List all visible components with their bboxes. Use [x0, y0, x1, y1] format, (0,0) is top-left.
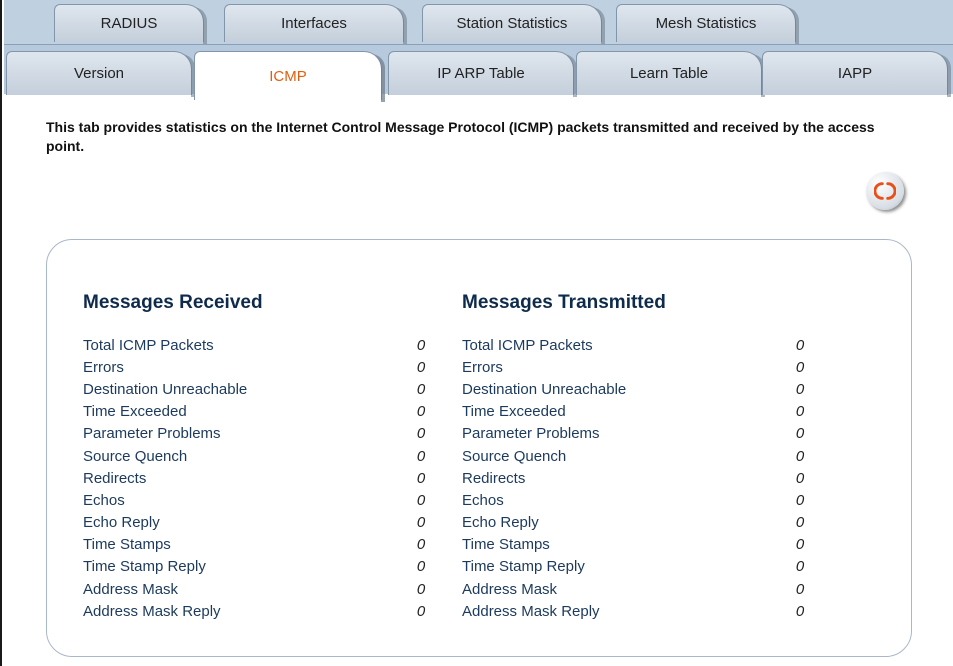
stat-value: 0 — [416, 558, 426, 576]
stat-label: Redirects — [462, 469, 526, 487]
stat-value: 0 — [795, 580, 805, 598]
stat-value: 0 — [795, 469, 805, 487]
stat-label: Time Stamp Reply — [83, 558, 206, 576]
stat-row: Parameter Problems 0 — [462, 423, 807, 445]
stat-value: 0 — [416, 336, 426, 354]
stat-row: Time Stamp Reply 0 — [462, 556, 807, 578]
stat-label: Address Mask — [83, 580, 179, 598]
stat-label: Errors — [462, 358, 503, 376]
stat-value: 0 — [795, 447, 805, 465]
stat-label: Echos — [462, 491, 504, 509]
stat-row: Echos 0 — [462, 489, 807, 511]
stat-label: Echo Reply — [462, 514, 539, 532]
stat-value: 0 — [416, 380, 426, 398]
stat-label: Address Mask Reply — [462, 602, 600, 620]
messages-transmitted-title: Messages Transmitted — [462, 292, 666, 313]
stat-row: Destination Unreachable 0 — [462, 378, 807, 400]
stat-row: Echos 0 — [83, 489, 428, 511]
stat-label: Time Stamps — [83, 536, 171, 554]
tab-ip-arp-table[interactable]: IP ARP Table — [388, 51, 577, 97]
stat-label: Total ICMP Packets — [462, 336, 593, 354]
stat-value: 0 — [795, 380, 805, 398]
stat-row: Time Stamp Reply 0 — [83, 556, 428, 578]
tab-learn-table[interactable]: Learn Table — [576, 51, 765, 97]
window-frame: RADIUS Interfaces Station Statistics Mes… — [0, 0, 953, 666]
stat-row: Source Quench 0 — [83, 445, 428, 467]
stat-value: 0 — [795, 558, 805, 576]
tab-iapp[interactable]: IAPP — [762, 51, 951, 97]
stat-row: Redirects 0 — [462, 467, 807, 489]
tab-version[interactable]: Version — [6, 51, 195, 97]
stat-value: 0 — [795, 602, 805, 620]
tab-bar-top: RADIUS Interfaces Station Statistics Mes… — [4, 0, 953, 44]
statistics-panel: Messages Received Total ICMP Packets 0 Er… — [46, 239, 912, 657]
stat-label: Errors — [83, 358, 124, 376]
messages-received-section: Messages Received Total ICMP Packets 0 Er… — [83, 292, 428, 622]
tab-station-statistics[interactable]: Station Statistics — [422, 4, 605, 44]
stat-row: Time Stamps 0 — [462, 534, 807, 556]
stat-row: Errors 0 — [462, 356, 807, 378]
refresh-icon — [874, 182, 896, 200]
stat-value: 0 — [416, 447, 426, 465]
stat-value: 0 — [416, 358, 426, 376]
stat-label: Time Exceeded — [462, 403, 566, 421]
tab-mesh-statistics[interactable]: Mesh Statistics — [616, 4, 799, 44]
refresh-button[interactable] — [866, 172, 904, 210]
stat-value: 0 — [416, 580, 426, 598]
stat-label: Parameter Problems — [462, 425, 600, 443]
stat-label: Destination Unreachable — [83, 380, 248, 398]
stat-label: Address Mask — [462, 580, 558, 598]
stat-row: Address Mask 0 — [462, 578, 807, 600]
tab-icmp[interactable]: ICMP — [194, 51, 385, 102]
stat-value: 0 — [416, 403, 426, 421]
stat-label: Source Quench — [83, 447, 188, 465]
stat-row: Destination Unreachable 0 — [83, 378, 428, 400]
stat-row: Address Mask 0 — [83, 578, 428, 600]
stat-label: Time Stamp Reply — [462, 558, 585, 576]
stat-row: Total ICMP Packets 0 — [462, 334, 807, 356]
stat-row: Time Exceeded 0 — [83, 401, 428, 423]
stat-label: Source Quench — [462, 447, 567, 465]
stat-label: Time Exceeded — [83, 403, 187, 421]
stat-row: Address Mask Reply 0 — [462, 600, 807, 622]
tab-bar-bottom: Version ICMP IP ARP Table Learn Table IA… — [4, 44, 953, 102]
stat-row: Errors 0 — [83, 356, 428, 378]
messages-received-title: Messages Received — [83, 292, 263, 313]
page-description: This tab provides statistics on the Inte… — [46, 119, 875, 154]
stat-value: 0 — [416, 536, 426, 554]
stat-row: Time Exceeded 0 — [462, 401, 807, 423]
stat-row: Total ICMP Packets 0 — [83, 334, 428, 356]
stat-label: Time Stamps — [462, 536, 550, 554]
stat-value: 0 — [795, 514, 805, 532]
stat-row: Parameter Problems 0 — [83, 423, 428, 445]
messages-transmitted-section: Messages Transmitted Total ICMP Packets 0… — [462, 292, 807, 622]
stat-label: Total ICMP Packets — [83, 336, 214, 354]
stat-value: 0 — [795, 403, 805, 421]
stat-value: 0 — [795, 491, 805, 509]
stat-value: 0 — [795, 425, 805, 443]
stat-row: Address Mask Reply 0 — [83, 600, 428, 622]
stat-label: Parameter Problems — [83, 425, 221, 443]
stat-row: Echo Reply 0 — [83, 512, 428, 534]
tab-radius[interactable]: RADIUS — [54, 4, 207, 44]
stat-row: Time Stamps 0 — [83, 534, 428, 556]
stat-row: Redirects 0 — [83, 467, 428, 489]
tab-interfaces[interactable]: Interfaces — [224, 4, 407, 44]
stat-value: 0 — [416, 469, 426, 487]
stat-label: Redirects — [83, 469, 147, 487]
stat-value: 0 — [795, 536, 805, 554]
stat-value: 0 — [416, 425, 426, 443]
stat-value: 0 — [795, 358, 805, 376]
stat-value: 0 — [416, 491, 426, 509]
stat-label: Address Mask Reply — [83, 602, 221, 620]
stat-value: 0 — [795, 336, 805, 354]
stat-value: 0 — [416, 514, 426, 532]
stat-label: Echo Reply — [83, 514, 160, 532]
stat-label: Echos — [83, 491, 125, 509]
stat-label: Destination Unreachable — [462, 380, 627, 398]
stat-row: Source Quench 0 — [462, 445, 807, 467]
stat-value: 0 — [416, 602, 426, 620]
stat-row: Echo Reply 0 — [462, 512, 807, 534]
